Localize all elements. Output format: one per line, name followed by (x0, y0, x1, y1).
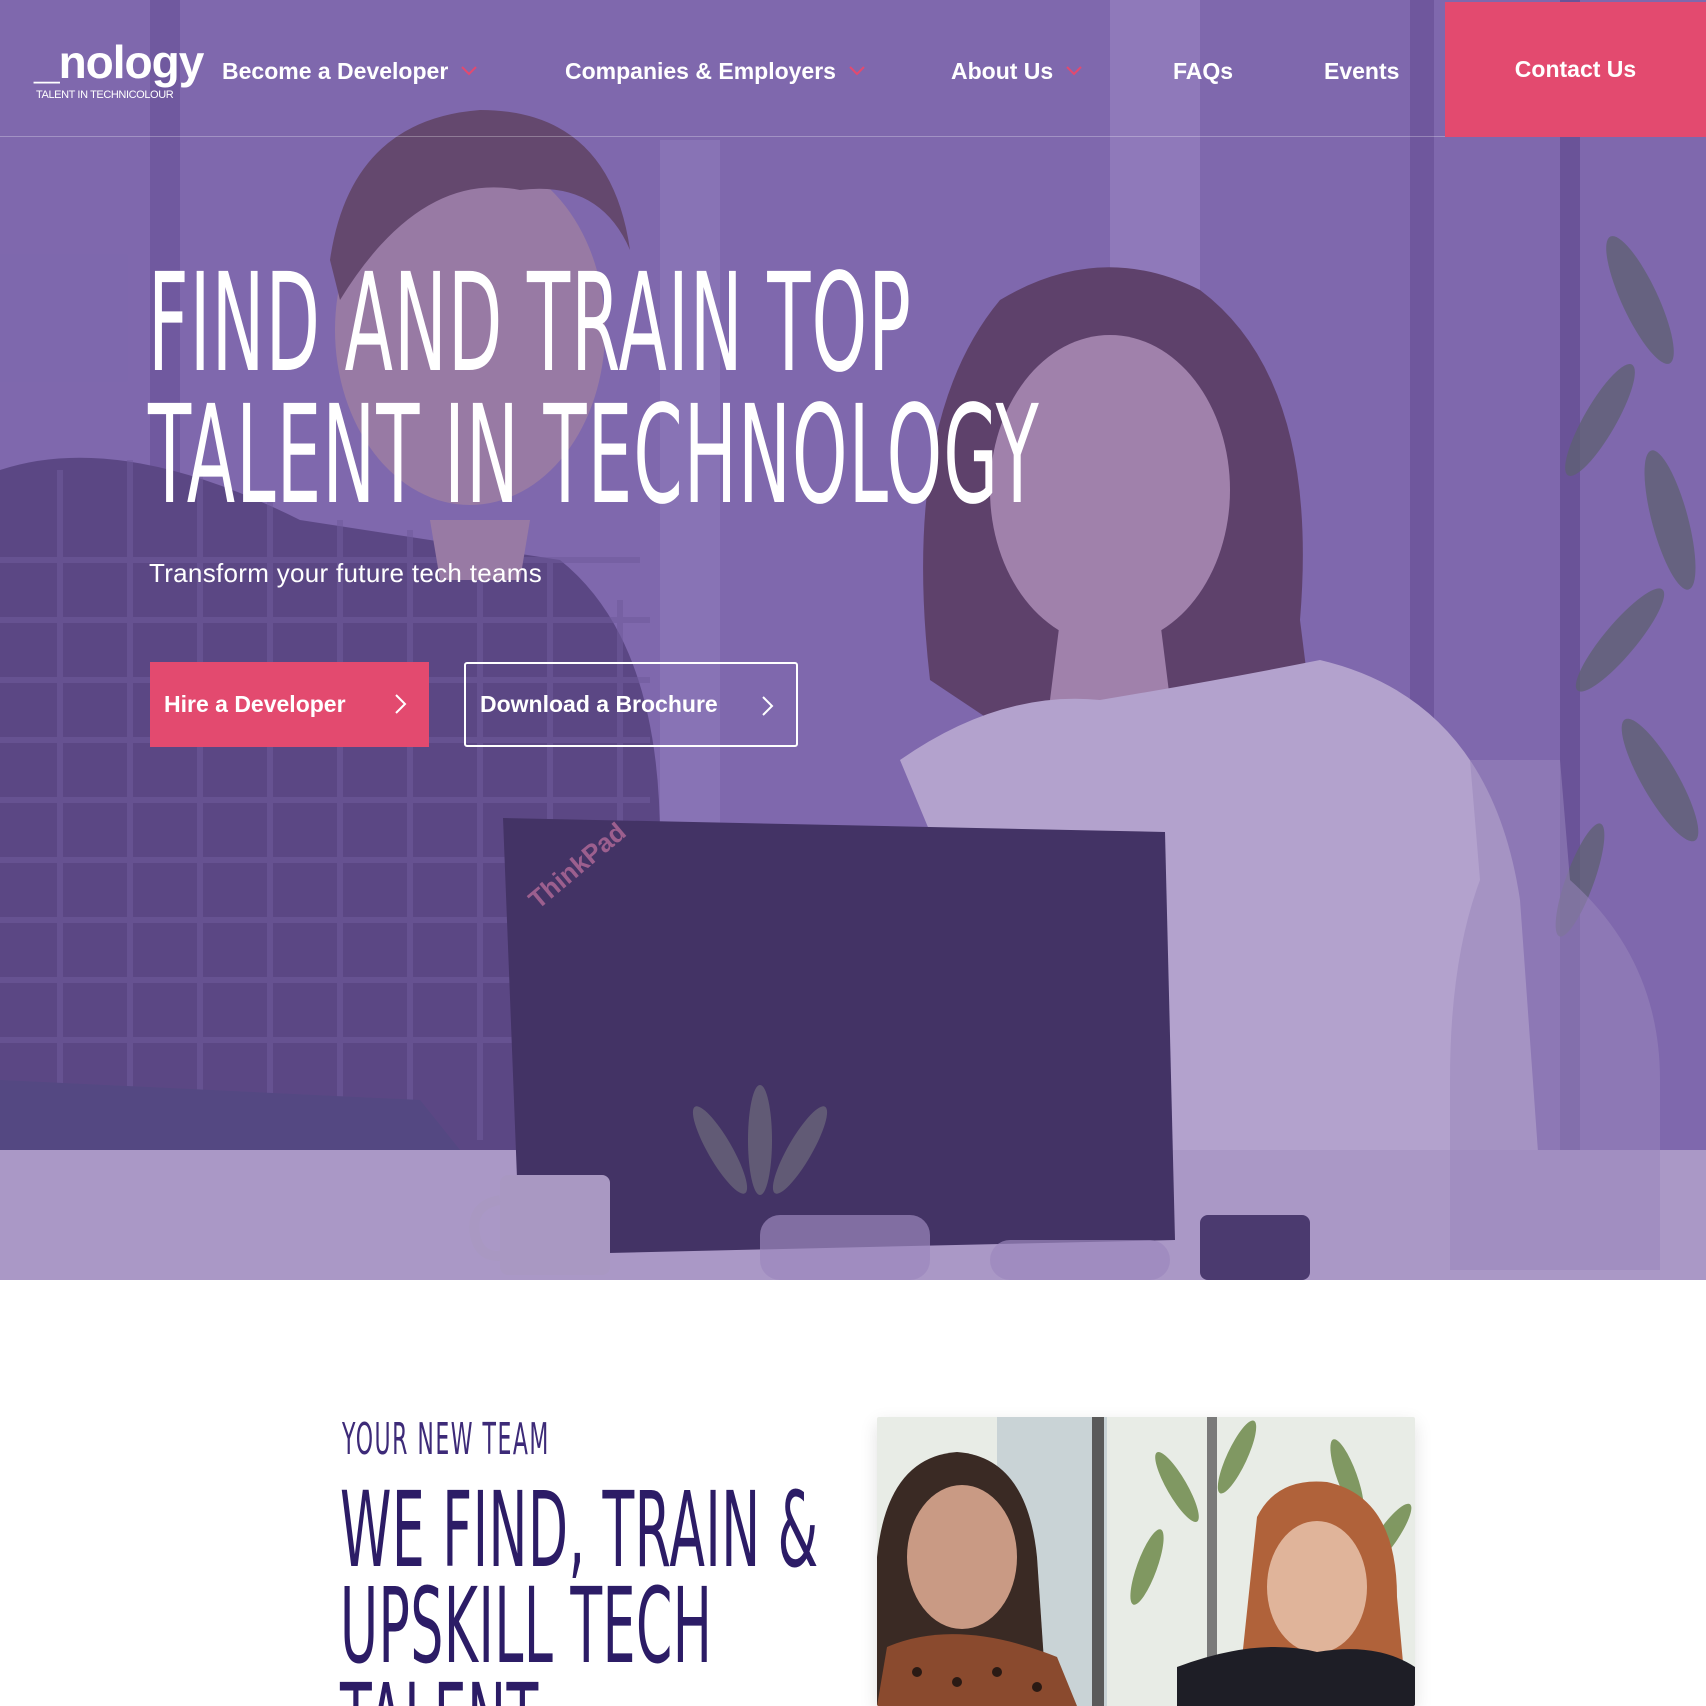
chevron-right-icon (395, 694, 407, 714)
nav-item-label: FAQs (1173, 57, 1234, 84)
your-new-team-section: YOUR NEW TEAM WE FIND, TRAIN & UPSKILL T… (0, 1280, 1706, 1706)
button-label: Download a Brochure (480, 691, 718, 717)
section-title-line-1: WE FIND, TRAIN & (340, 1469, 819, 1591)
nav-item-label: About Us (951, 57, 1054, 84)
nav-companies-employers[interactable]: Companies & Employers (565, 50, 866, 92)
nav-item-label: Become a Developer (222, 57, 449, 84)
chevron-down-icon (848, 65, 866, 77)
hire-a-developer-button[interactable]: Hire a Developer (150, 662, 429, 747)
chevron-right-icon (762, 696, 774, 716)
section-title-line-2: UPSKILL TECH (340, 1565, 713, 1687)
button-label: Hire a Developer (164, 691, 346, 717)
nav-item-label: Companies & Employers (565, 57, 836, 84)
logo-tagline: TALENT IN TECHNICOLOUR (36, 89, 174, 101)
hero-title: FIND AND TRAIN TOP TALENT IN TECHNOLOGY (148, 245, 1040, 535)
hero-title-line-2: TALENT IN TECHNOLOGY (148, 377, 1040, 535)
logo-wordmark: _nology (34, 36, 204, 88)
nav-faqs[interactable]: FAQs (1173, 50, 1233, 92)
nav-item-label: Events (1324, 57, 1400, 84)
nav-become-a-developer[interactable]: Become a Developer (222, 50, 478, 92)
chevron-down-icon (1065, 65, 1083, 77)
chevron-down-icon (460, 65, 478, 77)
hero-section: ThinkPad _nology TALENT IN TECHNICOLOUR … (0, 0, 1706, 1280)
hero-subtitle: Transform your future tech teams (149, 558, 542, 588)
section-title: WE FIND, TRAIN & UPSKILL TECH TALENT (340, 1469, 819, 1706)
nology-logo[interactable]: _nology TALENT IN TECHNICOLOUR (34, 34, 219, 104)
contact-us-button[interactable]: Contact Us (1445, 2, 1706, 137)
nav-events[interactable]: Events (1324, 50, 1399, 92)
section-eyebrow: YOUR NEW TEAM (342, 1414, 550, 1465)
hero-title-line-1: FIND AND TRAIN TOP (148, 245, 912, 403)
nav-about-us[interactable]: About Us (951, 50, 1083, 92)
download-brochure-button[interactable]: Download a Brochure (464, 662, 798, 747)
top-navigation: _nology TALENT IN TECHNICOLOUR Become a … (0, 0, 1706, 137)
team-photo (877, 1417, 1415, 1706)
hero-color-overlay (0, 0, 1706, 1280)
